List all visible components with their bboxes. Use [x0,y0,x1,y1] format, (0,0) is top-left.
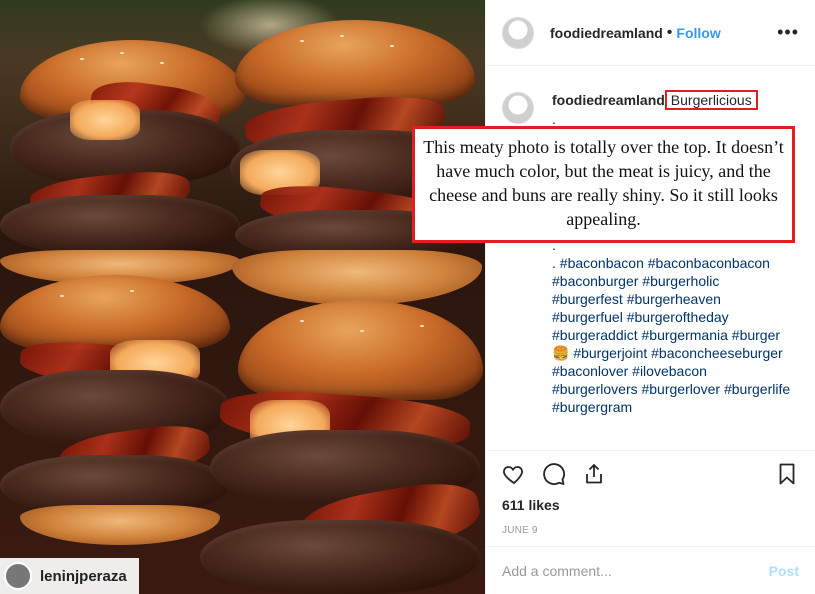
caption-username[interactable]: foodiedreamland [552,92,665,108]
sesame-seed [420,325,424,327]
caption-hashtags[interactable]: . #baconbacon #baconbaconbacon #baconbur… [552,254,792,416]
post-photo[interactable]: leninjperaza [0,0,485,594]
sesame-seed [130,290,134,292]
photo-user-tag[interactable]: leninjperaza [0,558,139,594]
author-username[interactable]: foodiedreamland [550,25,663,41]
sesame-seed [120,52,124,54]
patty [200,520,480,594]
sesame-seed [160,62,164,64]
post-date[interactable]: JUNE 9 [502,525,799,536]
sesame-seed [300,320,304,322]
post-side-panel: foodiedreamland • Follow ••• foodiedream… [485,0,815,594]
sesame-seed [60,295,64,297]
sesame-seed [390,45,394,47]
bookmark-icon[interactable] [775,462,799,486]
sesame-seed [340,35,344,37]
likes-count[interactable]: 611 likes [502,497,799,513]
author-avatar[interactable] [502,16,534,49]
annotation-box: This meaty photo is totally over the top… [412,126,795,243]
caption-title: Burgerlicious [664,90,758,110]
share-icon[interactable] [582,462,606,486]
action-icons [502,451,799,497]
heart-icon[interactable] [502,462,526,486]
more-options-icon[interactable]: ••• [777,22,799,43]
sesame-seed [300,40,304,42]
comment-icon[interactable] [542,462,566,486]
sesame-seed [360,330,364,332]
sesame-seed [80,58,84,60]
tag-avatar [4,562,32,590]
post-comment-button[interactable]: Post [769,563,799,579]
comments-area: foodiedreamlandBurgerlicious . . . . . .… [486,66,815,450]
cheese [70,100,140,140]
header-separator: • [666,23,673,41]
post-header: foodiedreamland • Follow ••• [486,0,815,66]
comment-input[interactable] [502,562,769,579]
tag-username[interactable]: leninjperaza [40,568,127,585]
add-comment-bar: Post [486,546,815,594]
post-actions: 611 likes JUNE 9 [486,450,815,536]
caption-avatar[interactable] [502,92,534,124]
patty [0,195,240,255]
follow-button[interactable]: Follow [676,25,720,41]
